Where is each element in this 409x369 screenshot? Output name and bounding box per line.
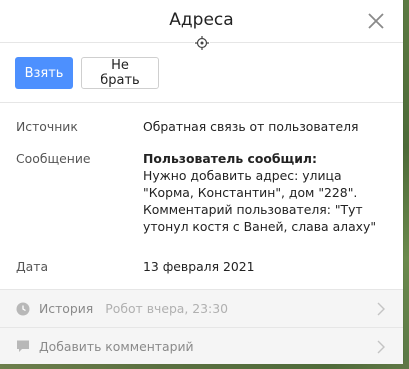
map-background <box>403 0 409 369</box>
message-line-2: Комментарий пользователя: "Тут утонул ко… <box>143 202 377 234</box>
crosshair-icon[interactable] <box>194 35 210 51</box>
source-label: Источник <box>16 119 78 134</box>
message-heading: Пользователь сообщил: <box>143 151 317 166</box>
panel-title: Адреса <box>169 10 234 30</box>
chevron-right-icon <box>376 340 386 354</box>
clock-icon <box>16 302 30 316</box>
dont-take-button[interactable]: Не брать <box>81 57 159 89</box>
take-button[interactable]: Взять <box>15 57 73 89</box>
speech-bubble-icon <box>16 339 30 353</box>
message-label: Сообщение <box>16 151 91 166</box>
chevron-right-icon <box>376 302 386 316</box>
history-meta: Робот вчера, 23:30 <box>105 301 228 316</box>
history-label: История <box>39 301 94 316</box>
date-value: 13 февраля 2021 <box>143 259 255 274</box>
action-buttons: Взять Не брать <box>15 57 159 89</box>
source-value: Обратная связь от пользователя <box>143 119 359 134</box>
addresses-panel: Адреса Взять Не брать Источник Обратная … <box>0 0 403 364</box>
source-row: Источник Обратная связь от пользователя <box>16 118 393 135</box>
add-comment-row[interactable]: Добавить комментарий <box>0 327 403 364</box>
date-row: Дата 13 февраля 2021 <box>16 258 393 275</box>
date-label: Дата <box>16 259 49 274</box>
message-row: Сообщение Пользователь сообщил: Нужно до… <box>16 150 393 235</box>
divider <box>0 102 403 103</box>
close-icon[interactable] <box>367 12 385 30</box>
history-row[interactable]: История Робот вчера, 23:30 <box>0 289 403 327</box>
add-comment-label: Добавить комментарий <box>39 338 194 354</box>
message-line-1: Нужно добавить адрес: улица "Корма, Конс… <box>143 168 358 200</box>
message-value: Пользователь сообщил: Нужно добавить адр… <box>143 150 393 235</box>
